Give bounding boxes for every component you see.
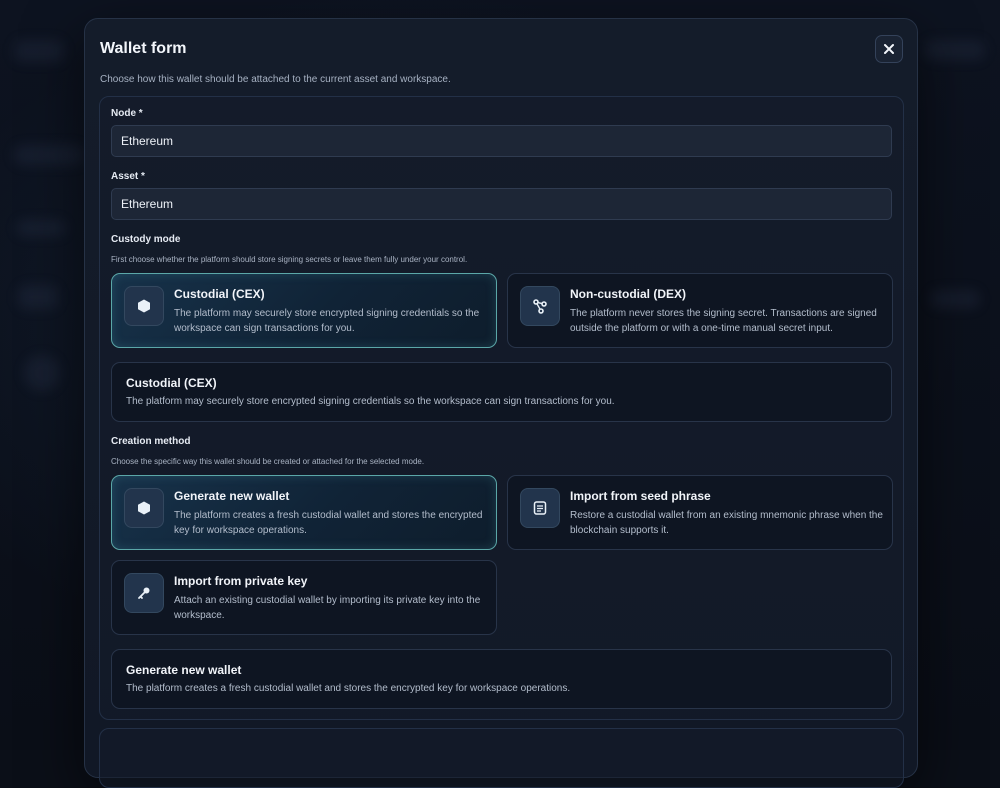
creation-method-label: Creation method <box>111 436 191 447</box>
option-description: Attach an existing custodial wallet by i… <box>174 595 481 621</box>
option-title: Generate new wallet <box>174 489 290 503</box>
node-select[interactable]: Ethereum <box>111 125 892 157</box>
share-nodes-icon <box>533 299 547 314</box>
option-title: Custodial (CEX) <box>174 287 265 301</box>
background-blur <box>16 220 66 236</box>
asset-label: Asset * <box>111 171 145 182</box>
custody-mode-help: First choose whether the platform should… <box>111 255 468 264</box>
background-blur <box>930 290 980 308</box>
modal-subtitle: Choose how this wallet should be attache… <box>100 74 451 85</box>
creation-option-seed-phrase[interactable]: Import from seed phrase Restore a custod… <box>507 475 893 550</box>
custody-mode-summary: Custodial (CEX) The platform may securel… <box>111 362 892 422</box>
creation-method-summary: Generate new wallet The platform creates… <box>111 649 892 709</box>
next-form-panel <box>99 728 904 788</box>
modal-title: Wallet form <box>100 40 187 57</box>
background-blur <box>18 285 58 309</box>
option-title: Import from seed phrase <box>570 489 711 503</box>
wallet-form-modal: Wallet form Choose how this wallet shoul… <box>84 18 918 788</box>
custody-mode-label: Custody mode <box>111 234 181 245</box>
cube-icon <box>138 501 150 515</box>
background-blur <box>14 40 64 62</box>
background-blur <box>24 355 60 391</box>
form-panel: Node * Ethereum Asset * Ethereum Custody… <box>99 96 904 720</box>
creation-option-private-key[interactable]: Import from private key Attach an existi… <box>111 560 497 635</box>
custody-option-non-custodial[interactable]: Non-custodial (DEX) The platform never s… <box>507 273 893 348</box>
background-blur <box>925 40 985 60</box>
option-icon-box <box>124 286 164 326</box>
option-description: The platform never stores the signing se… <box>570 308 877 334</box>
option-icon-box <box>520 488 560 528</box>
option-description: Restore a custodial wallet from an exist… <box>570 510 883 536</box>
summary-title: Custodial (CEX) <box>126 376 217 390</box>
background-blur <box>14 145 84 165</box>
creation-method-help: Choose the specific way this wallet shou… <box>111 457 425 466</box>
key-icon <box>138 587 150 599</box>
node-label: Node * <box>111 108 143 119</box>
close-icon <box>884 44 894 54</box>
summary-title: Generate new wallet <box>126 663 242 677</box>
option-icon-box <box>124 573 164 613</box>
option-title: Non-custodial (DEX) <box>570 287 686 301</box>
option-title: Import from private key <box>174 574 308 588</box>
option-icon-box <box>520 286 560 326</box>
creation-option-generate[interactable]: Generate new wallet The platform creates… <box>111 475 497 550</box>
close-button[interactable] <box>875 35 903 63</box>
cube-icon <box>138 299 150 313</box>
asset-select[interactable]: Ethereum <box>111 188 892 220</box>
option-description: The platform creates a fresh custodial w… <box>174 510 483 536</box>
option-description: The platform may securely store encrypte… <box>174 308 480 334</box>
summary-description: The platform may securely store encrypte… <box>126 396 615 407</box>
custody-option-custodial[interactable]: Custodial (CEX) The platform may securel… <box>111 273 497 348</box>
document-icon <box>533 501 547 515</box>
summary-description: The platform creates a fresh custodial w… <box>126 683 571 694</box>
option-icon-box <box>124 488 164 528</box>
